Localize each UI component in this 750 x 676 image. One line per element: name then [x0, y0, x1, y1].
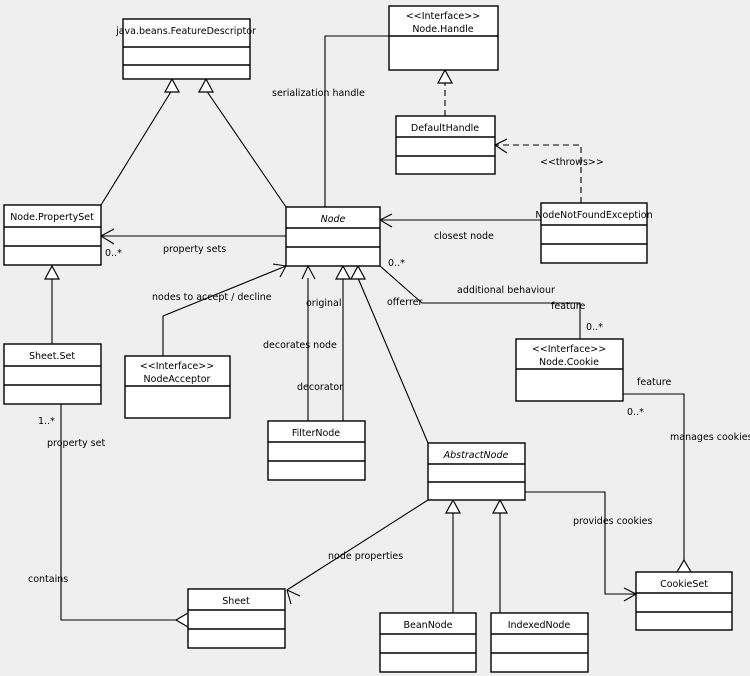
edge-abstractnode-provides-cookies-cookieset — [525, 491, 636, 595]
edge-cookieset-manages-cookies-nodecookie — [623, 393, 685, 560]
edge-node-serialization-handle-nodehandle — [324, 35, 389, 207]
class-box-nodepropertyset[interactable]: Node.PropertySet — [3, 204, 102, 266]
label-property-sets: property sets — [163, 244, 226, 255]
class-name-nodenotfoundexception: NodeNotFoundException — [535, 210, 652, 221]
label-decorator: decorator — [297, 382, 343, 393]
label-throws: <<throws>> — [540, 157, 604, 168]
label-feature-cookieset: feature — [637, 377, 671, 388]
label-property-set: property set — [47, 438, 105, 449]
arrowhead-sheet-node-properties — [286, 589, 301, 605]
class-name-nodeacceptor: NodeAcceptor — [144, 374, 211, 385]
class-box-sheet[interactable]: Sheet — [187, 588, 286, 649]
generalization-arrow-node-abstractnode — [349, 264, 367, 280]
label-original: original — [306, 298, 342, 309]
class-box-defaulthandle[interactable]: DefaultHandle — [395, 115, 496, 175]
generalization-arrow-featuredescriptor-left — [163, 77, 181, 93]
class-box-filternode[interactable]: FilterNode — [267, 420, 366, 481]
label-manages-cookies: manages cookies — [670, 432, 750, 443]
diagram-canvas: java.beans.FeatureDescriptor <<Interface… — [3, 5, 750, 673]
label-feature-cookie: feature — [551, 301, 585, 312]
multiplicity-feature-cookie: 0..* — [586, 322, 603, 333]
class-box-abstractnode[interactable]: AbstractNode — [427, 442, 526, 501]
class-name-node: Node — [321, 214, 346, 225]
arrowhead-node-original — [301, 265, 316, 280]
multiplicity-offerrer: 0..* — [388, 258, 405, 269]
stereotype-nodecookie: <<Interface>> — [532, 344, 606, 355]
arrowhead-defaulthandle-throws — [494, 138, 508, 154]
label-nodes-to-accept-decline: nodes to accept / decline — [152, 292, 272, 303]
uml-class-diagram: java.beans.FeatureDescriptor <<Interface… — [0, 0, 750, 676]
edge-node-extends-featuredescriptor — [205, 89, 287, 208]
class-name-filternode: FilterNode — [292, 428, 340, 439]
class-name-nodepropertyset: Node.PropertySet — [10, 212, 94, 223]
multiplicity-sheetset: 1..* — [38, 416, 55, 427]
edge-nodepropertyset-extends-featuredescriptor — [100, 89, 173, 206]
generalization-arrow-node-filternode — [334, 264, 352, 280]
generalization-arrow-abstractnode-indexednode — [491, 498, 509, 514]
class-name-beannode: BeanNode — [404, 620, 453, 631]
class-box-nodeacceptor[interactable]: <<Interface>> NodeAcceptor — [124, 355, 231, 419]
class-box-cookieset[interactable]: CookieSet — [635, 571, 733, 631]
label-decorates-node: decorates node — [263, 340, 337, 351]
stereotype-nodehandle: <<Interface>> — [406, 11, 480, 22]
edge-abstractnode-node-properties-sheet — [286, 499, 429, 591]
class-box-indexednode[interactable]: IndexedNode — [490, 612, 589, 673]
label-node-properties: node properties — [328, 551, 403, 562]
class-box-beannode[interactable]: BeanNode — [379, 612, 477, 673]
generalization-arrow-featuredescriptor-right — [197, 77, 215, 93]
label-provides-cookies: provides cookies — [573, 516, 652, 527]
realization-arrow-nodehandle — [436, 68, 454, 84]
class-name-sheet: Sheet — [222, 596, 250, 607]
multiplicity-feature-cookieset: 0..* — [627, 407, 644, 418]
multiplicity-nodepropertyset: 0..* — [105, 248, 122, 259]
class-name-sheetset: Sheet.Set — [29, 351, 75, 362]
class-box-nodecookie[interactable]: <<Interface>> Node.Cookie — [515, 338, 624, 402]
edge-nodenotfoundexception-throws-defaulthandle — [495, 144, 582, 203]
class-name-defaulthandle: DefaultHandle — [411, 123, 479, 134]
stereotype-nodeacceptor: <<Interface>> — [140, 361, 214, 372]
label-additional-behaviour: additional behaviour — [457, 285, 555, 296]
class-name-cookieset: CookieSet — [660, 579, 708, 590]
class-name-nodehandle: Node.Handle — [412, 24, 473, 35]
class-box-sheetset[interactable]: Sheet.Set — [3, 343, 102, 405]
generalization-arrow-nodepropertyset-sheetset — [43, 264, 61, 280]
edge-sheet-contains-sheetset — [60, 404, 176, 621]
label-offerrer: offerrer — [387, 297, 422, 308]
class-name-featuredescriptor: java.beans.FeatureDescriptor — [115, 26, 256, 37]
class-name-nodecookie: Node.Cookie — [539, 357, 599, 368]
label-layer: serialization handle <<throws>> closest … — [28, 88, 750, 585]
label-closest-node: closest node — [434, 231, 494, 242]
label-contains: contains — [28, 574, 68, 585]
label-serialization-handle: serialization handle — [272, 88, 365, 99]
class-box-nodehandle[interactable]: <<Interface>> Node.Handle — [388, 5, 499, 71]
class-name-indexednode: IndexedNode — [508, 620, 571, 631]
class-box-node[interactable]: Node — [285, 206, 381, 267]
generalization-arrow-abstractnode-beannode — [444, 498, 462, 514]
class-name-abstractnode: AbstractNode — [443, 450, 509, 461]
class-box-nodenotfoundexception[interactable]: NodeNotFoundException — [535, 202, 653, 264]
class-box-featuredescriptor[interactable]: java.beans.FeatureDescriptor — [115, 18, 256, 80]
